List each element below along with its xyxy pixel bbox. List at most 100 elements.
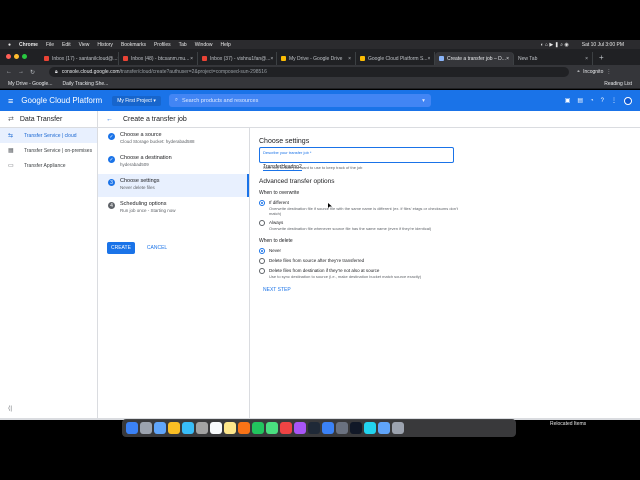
radio-unchecked-icon[interactable] [259, 268, 265, 274]
collapse-nav-icon[interactable]: ⟨| [8, 405, 12, 412]
tab-new[interactable]: New Tab × [514, 52, 593, 65]
tab-drive[interactable]: My Drive - Google Drive × [277, 52, 356, 65]
back-icon[interactable]: ← [6, 69, 12, 75]
notifications-icon[interactable]: ◔ [590, 98, 594, 104]
gcp-brand[interactable]: Google Cloud Platform [21, 96, 102, 105]
minimize-window-icon[interactable] [14, 54, 19, 59]
sidebar-item-appliance[interactable]: ▭ Transfer Appliance [0, 158, 97, 173]
chevron-down-icon[interactable]: ▾ [422, 98, 425, 104]
menu-bookmarks[interactable]: Bookmarks [121, 42, 146, 48]
reload-icon[interactable]: ↻ [30, 69, 35, 76]
next-step-button[interactable]: NEXT STEP [263, 287, 459, 293]
podcasts-icon[interactable] [294, 422, 306, 434]
search-icon: ⌕ [174, 97, 178, 103]
chrome-icon[interactable] [168, 422, 180, 434]
menu-window[interactable]: Window [195, 42, 213, 48]
relocated-items[interactable]: Relocated Items [550, 421, 586, 427]
step-scheduling[interactable]: 4 Scheduling options Run job once - Star… [98, 197, 249, 220]
finder-icon[interactable] [126, 422, 138, 434]
contacts-icon[interactable] [196, 422, 208, 434]
tab-gcp[interactable]: Google Cloud Platform S... × [356, 52, 435, 65]
tab-gmail-3[interactable]: Inbox (37) - vishnu1fan@... × [198, 52, 277, 65]
tab-create-transfer[interactable]: Create a transfer job – D... × [435, 52, 514, 65]
tv-icon[interactable] [308, 422, 320, 434]
close-tab-icon[interactable]: × [585, 56, 588, 62]
description-value[interactable]: TransferHeadno2 [263, 164, 302, 171]
launchpad-icon[interactable] [140, 422, 152, 434]
tab-gmail-2[interactable]: Inbox (48) - btcsanm.mu... × [119, 52, 198, 65]
facetime-icon[interactable] [252, 422, 264, 434]
gift-icon[interactable]: ▣ [565, 97, 571, 104]
radio-always[interactable]: Always Overwrite destination file whenev… [259, 220, 459, 231]
project-picker[interactable]: My First Project ▾ [112, 95, 161, 106]
search-input[interactable]: ⌕ Search products and resources ▾ [168, 94, 431, 107]
settings-icon[interactable] [336, 422, 348, 434]
menu-tab[interactable]: Tab [179, 42, 187, 48]
appstore-icon[interactable] [322, 422, 334, 434]
calendar-icon[interactable] [210, 422, 222, 434]
bookmark-tracking[interactable]: Daily Tracking She... [62, 81, 108, 87]
menu-app-name[interactable]: Chrome [19, 42, 38, 48]
radio-unchecked-icon[interactable] [259, 258, 265, 264]
zoom-window-icon[interactable] [22, 54, 27, 59]
more-vert-icon[interactable]: ⋮ [611, 97, 617, 104]
create-button[interactable]: CREATE [107, 242, 135, 254]
step-source[interactable]: ✓ Choose a source Cloud Storage bucket: … [98, 128, 249, 151]
help-icon[interactable]: ? [601, 98, 604, 104]
back-arrow-icon[interactable]: ← [106, 116, 113, 123]
close-tab-icon[interactable]: × [190, 56, 193, 62]
app-icon[interactable] [364, 422, 376, 434]
overwrite-heading: When to overwrite [259, 190, 300, 196]
trash-icon[interactable] [392, 422, 404, 434]
address-bar[interactable]: 🔒︎ console.cloud.google.com/transfer/clo… [49, 67, 570, 77]
menu-profiles[interactable]: Profiles [154, 42, 171, 48]
radio-checked-icon[interactable] [259, 248, 265, 254]
radio-delete-destination[interactable]: Delete files from destination if they're… [259, 268, 459, 279]
reading-list[interactable]: Reading List [604, 81, 632, 87]
radio-delete-source[interactable]: Delete files from source after they're t… [259, 258, 459, 264]
forward-icon[interactable]: → [18, 69, 24, 75]
tab-gmail-1[interactable]: Inbox (17) - santanilcloud@...× [40, 52, 119, 65]
messages-icon[interactable] [266, 422, 278, 434]
music-icon[interactable] [280, 422, 292, 434]
menu-icon[interactable]: ≡ [8, 96, 13, 106]
radio-if-different[interactable]: If different Overwrite destination file … [259, 200, 459, 216]
menu-clock[interactable]: Sat 10 Jul 3:00 PM [582, 42, 624, 48]
terminal-icon[interactable] [350, 422, 362, 434]
radio-unchecked-icon[interactable] [259, 220, 265, 226]
safari-icon[interactable] [154, 422, 166, 434]
avatar[interactable] [624, 96, 632, 105]
dock [122, 419, 516, 437]
more-icon[interactable]: ⋮ [606, 69, 611, 75]
radio-never[interactable]: Never [259, 248, 459, 254]
menu-history[interactable]: History [97, 42, 113, 48]
folder-icon[interactable] [378, 422, 390, 434]
cancel-button[interactable]: CANCEL [147, 245, 167, 251]
new-tab-icon[interactable]: + [593, 53, 610, 62]
mail-icon[interactable] [182, 422, 194, 434]
apple-icon[interactable]: ● [8, 42, 11, 48]
menu-file[interactable]: File [46, 42, 54, 48]
close-tab-icon[interactable]: × [348, 56, 351, 62]
browser-toolbar: ← → ↻ 🔒︎ console.cloud.google.com/transf… [0, 65, 640, 79]
status-icons[interactable]: ◐ ⌂ ▶ ❚ ⌕ ◉ [541, 42, 569, 48]
menu-help[interactable]: Help [221, 42, 231, 48]
close-tab-icon[interactable]: × [506, 56, 509, 62]
incognito-icon: ◓ [577, 69, 581, 75]
sidebar-item-transfer-cloud[interactable]: ⇆ Transfer Service | cloud [0, 128, 97, 143]
cloud-shell-icon[interactable]: ▤ [577, 97, 583, 104]
bookmark-drive[interactable]: My Drive - Google... [8, 81, 52, 87]
incognito-badge[interactable]: ◓ Incognito ⋮ [577, 69, 611, 75]
close-tab-icon[interactable]: × [270, 56, 273, 62]
step-destination[interactable]: ✓ Choose a destination hyderabad509 [98, 151, 249, 174]
description-field[interactable]: Describe your transfer job * TransferHea… [259, 147, 454, 171]
step-settings[interactable]: 3 Choose settings Never delete files [98, 174, 249, 197]
close-window-icon[interactable] [6, 54, 11, 59]
sidebar-item-transfer-onprem[interactable]: ▦ Transfer Service | on-premises [0, 143, 97, 158]
close-tab-icon[interactable]: × [427, 56, 430, 62]
photos-icon[interactable] [238, 422, 250, 434]
menu-view[interactable]: View [79, 42, 90, 48]
menu-edit[interactable]: Edit [62, 42, 71, 48]
notes-icon[interactable] [224, 422, 236, 434]
radio-checked-icon[interactable] [259, 200, 265, 206]
